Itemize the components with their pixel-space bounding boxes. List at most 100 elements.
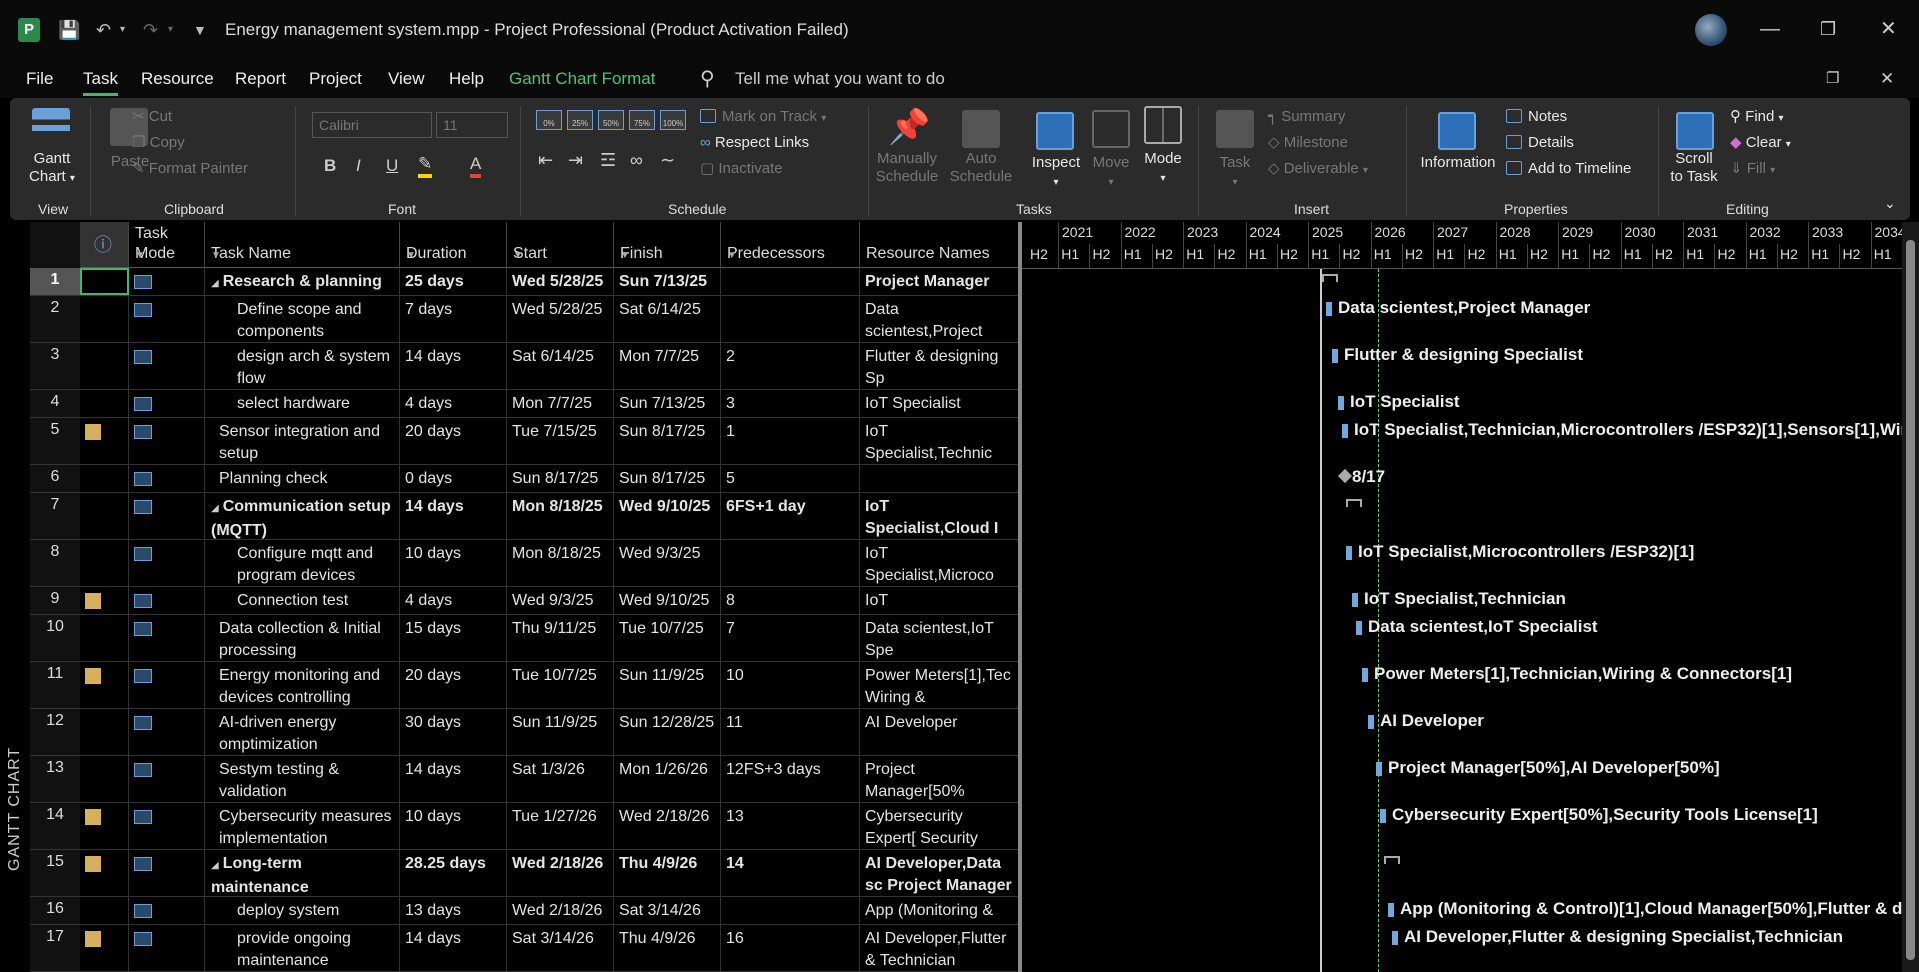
table-row[interactable]: provide ongoing maintenance 14 days Sat 3/… bbox=[80, 925, 1020, 972]
cell-pred[interactable]: 3 bbox=[721, 390, 860, 417]
scrollbar-thumb[interactable] bbox=[1906, 240, 1915, 960]
col-predecessors[interactable]: Predecessors ▼ bbox=[721, 222, 860, 268]
task-bar[interactable] bbox=[1326, 302, 1332, 316]
cell-duration[interactable]: 14 days bbox=[400, 925, 507, 971]
move-button[interactable]: Move ▾ bbox=[1086, 154, 1136, 192]
indicator-cell[interactable] bbox=[80, 390, 129, 417]
task-mode-cell[interactable] bbox=[129, 615, 205, 661]
cell-finish[interactable]: Wed 9/10/25 bbox=[614, 587, 721, 614]
restore-icon[interactable]: ❐ bbox=[1820, 14, 1836, 44]
row-number[interactable]: 4 bbox=[30, 390, 80, 418]
cell-duration[interactable]: 10 days bbox=[400, 540, 507, 586]
cell-res[interactable]: IoT Specialist bbox=[860, 390, 1020, 417]
cell-res[interactable]: IoT Specialist,Technic bbox=[860, 587, 1020, 614]
cell-finish[interactable]: Wed 9/10/25 bbox=[614, 493, 721, 539]
task-bar[interactable] bbox=[1332, 349, 1338, 363]
row-number[interactable]: 14 bbox=[30, 803, 80, 850]
row-number[interactable]: 3 bbox=[30, 343, 80, 390]
cell-res[interactable]: Cybersecurity Expert[ Security Tools Lic… bbox=[860, 803, 1020, 849]
cut-button[interactable]: ✂ Cut bbox=[132, 108, 172, 126]
cell-res[interactable]: AI Developer bbox=[860, 709, 1020, 755]
task-mode-cell[interactable] bbox=[129, 540, 205, 586]
unlink-tasks-icon[interactable]: ∼ bbox=[660, 150, 675, 171]
cell-pred[interactable] bbox=[721, 268, 860, 295]
details-button[interactable]: Details bbox=[1506, 134, 1574, 152]
row-number[interactable]: 8 bbox=[30, 540, 80, 587]
cell-start[interactable]: Wed 5/28/25 bbox=[507, 268, 614, 295]
indicator-cell[interactable] bbox=[80, 850, 129, 896]
summary-bar[interactable] bbox=[1322, 274, 1338, 282]
row-number[interactable]: 10 bbox=[30, 615, 80, 662]
task-bar[interactable] bbox=[1356, 621, 1362, 635]
task-mode-cell[interactable] bbox=[129, 465, 205, 492]
cell-finish[interactable]: Sat 6/14/25 bbox=[614, 296, 721, 342]
cell-duration[interactable]: 4 days bbox=[400, 587, 507, 614]
insert-task-button[interactable]: Task ▾ bbox=[1210, 154, 1260, 192]
indicator-cell[interactable] bbox=[80, 296, 129, 342]
note-icon[interactable] bbox=[85, 809, 101, 825]
note-icon[interactable] bbox=[85, 931, 101, 947]
task-bar[interactable] bbox=[1346, 546, 1352, 560]
indicator-cell[interactable] bbox=[80, 803, 129, 849]
cell-res[interactable]: AI Developer,Data sc Project Manager bbox=[860, 850, 1020, 896]
indicators-header[interactable]: ⓘ bbox=[80, 222, 129, 268]
cell-finish[interactable]: Sun 7/13/25 bbox=[614, 268, 721, 295]
manually-schedule-button[interactable]: Manually Schedule bbox=[872, 150, 942, 186]
collapse-icon[interactable]: ◢ bbox=[211, 860, 219, 871]
cell-duration[interactable]: 10 days bbox=[400, 803, 507, 849]
task-mode-cell[interactable] bbox=[129, 897, 205, 924]
menu-view[interactable]: View bbox=[388, 69, 425, 89]
col-duration[interactable]: Duration ▼ bbox=[400, 222, 507, 268]
cell-finish[interactable]: Sat 3/14/26 bbox=[614, 897, 721, 924]
task-mode-cell[interactable] bbox=[129, 709, 205, 755]
cell-duration[interactable]: 30 days bbox=[400, 709, 507, 755]
indicator-cell[interactable] bbox=[80, 540, 129, 586]
split-task-icon[interactable]: ☲ bbox=[600, 150, 616, 171]
table-row[interactable]: deploy system 13 days Wed 2/18/26 Sat 3/14/… bbox=[80, 897, 1020, 925]
cell-duration[interactable]: 20 days bbox=[400, 662, 507, 708]
milestone-button[interactable]: ◇ Milestone bbox=[1268, 134, 1348, 152]
cell-name[interactable]: Cybersecurity measures implementation bbox=[205, 803, 400, 849]
redo-dropdown-icon[interactable]: ▾ bbox=[168, 18, 173, 42]
indicator-cell[interactable] bbox=[80, 756, 129, 802]
task-bar[interactable] bbox=[1342, 424, 1348, 438]
cell-pred[interactable]: 13 bbox=[721, 803, 860, 849]
table-row[interactable]: Define scope and components 7 days Wed 5/2… bbox=[80, 296, 1020, 343]
cell-name[interactable]: Sestym testing & validation bbox=[205, 756, 400, 802]
cell-pred[interactable]: 14 bbox=[721, 850, 860, 896]
pct-25-button[interactable]: 25% bbox=[567, 110, 593, 130]
row-number[interactable]: 1 bbox=[30, 268, 80, 296]
user-avatar[interactable] bbox=[1695, 14, 1727, 46]
row-number[interactable]: 11 bbox=[30, 662, 80, 709]
information-button[interactable]: Information bbox=[1416, 154, 1500, 172]
table-row[interactable]: ◢ Long-term maintenance 28.25 days Wed 2/18… bbox=[80, 850, 1020, 897]
gantt-chart-icon[interactable] bbox=[32, 108, 70, 146]
font-size-combo[interactable]: 11 bbox=[436, 112, 508, 138]
cell-finish[interactable]: Thu 4/9/26 bbox=[614, 925, 721, 971]
cell-name[interactable]: ◢ Long-term maintenance bbox=[205, 850, 400, 896]
respect-links-button[interactable]: ∞ Respect Links bbox=[700, 134, 809, 152]
cell-res[interactable] bbox=[860, 465, 1020, 492]
undo-icon[interactable]: ↶ bbox=[96, 18, 111, 42]
cell-finish[interactable]: Sun 7/13/25 bbox=[614, 390, 721, 417]
indicator-cell[interactable] bbox=[80, 268, 129, 295]
col-task-mode[interactable]: Task Mode ▼ bbox=[129, 222, 205, 268]
cell-start[interactable]: Wed 5/28/25 bbox=[507, 296, 614, 342]
cell-finish[interactable]: Sun 11/9/25 bbox=[614, 662, 721, 708]
task-mode-cell[interactable] bbox=[129, 418, 205, 464]
task-mode-cell[interactable] bbox=[129, 268, 205, 295]
cell-res[interactable]: Data scientest,IoT Spe bbox=[860, 615, 1020, 661]
table-row[interactable]: Sensor integration and setup 20 days Tue 7… bbox=[80, 418, 1020, 465]
menu-file[interactable]: File bbox=[26, 69, 53, 89]
collapse-icon[interactable]: ◢ bbox=[211, 503, 219, 514]
cell-duration[interactable]: 4 days bbox=[400, 390, 507, 417]
note-icon[interactable] bbox=[85, 856, 101, 872]
redo-icon[interactable]: ↷ bbox=[143, 18, 158, 42]
table-row[interactable]: Connection test 4 days Wed 9/3/25 Wed 9/10/… bbox=[80, 587, 1020, 615]
cell-start[interactable]: Mon 8/18/25 bbox=[507, 493, 614, 539]
cell-pred[interactable]: 16 bbox=[721, 925, 860, 971]
cell-res[interactable]: Project Manager bbox=[860, 268, 1020, 295]
cell-res[interactable]: Flutter & designing Sp bbox=[860, 343, 1020, 389]
task-bar[interactable] bbox=[1368, 715, 1374, 729]
indicator-cell[interactable] bbox=[80, 897, 129, 924]
